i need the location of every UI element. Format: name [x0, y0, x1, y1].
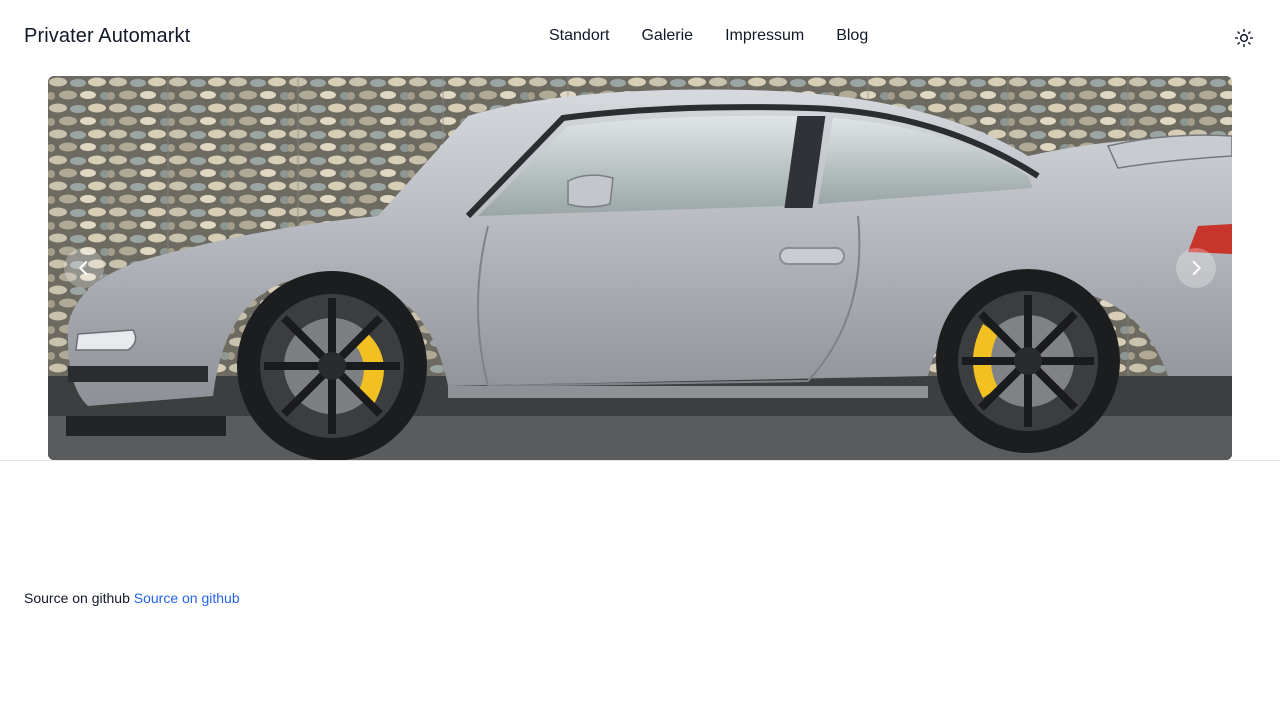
- chevron-right-icon: [1192, 261, 1201, 275]
- carousel-prev-button[interactable]: [64, 248, 104, 288]
- rear-wheel: [936, 269, 1120, 453]
- nav-item-standort[interactable]: Standort: [533, 27, 625, 45]
- front-wheel: [237, 271, 427, 460]
- site-header: Privater Automarkt Standort Galerie Impr…: [0, 0, 1280, 76]
- main-nav: Standort Galerie Impressum Blog: [533, 27, 884, 45]
- sun-icon: [1234, 28, 1254, 48]
- chevron-left-icon: [79, 261, 88, 275]
- image-carousel: [48, 76, 1232, 460]
- nav-item-galerie[interactable]: Galerie: [625, 27, 709, 45]
- nav-item-impressum[interactable]: Impressum: [709, 27, 820, 45]
- carousel-next-button[interactable]: [1176, 248, 1216, 288]
- footer-text: Source on github: [24, 590, 130, 606]
- site-brand[interactable]: Privater Automarkt: [24, 25, 190, 48]
- section-divider: [0, 460, 1280, 461]
- theme-toggle-button[interactable]: [1232, 26, 1256, 50]
- github-source-link[interactable]: Source on github: [134, 590, 240, 606]
- car-photo: [48, 76, 1232, 460]
- site-footer: Source on github Source on github: [24, 590, 240, 606]
- nav-item-blog[interactable]: Blog: [820, 27, 884, 45]
